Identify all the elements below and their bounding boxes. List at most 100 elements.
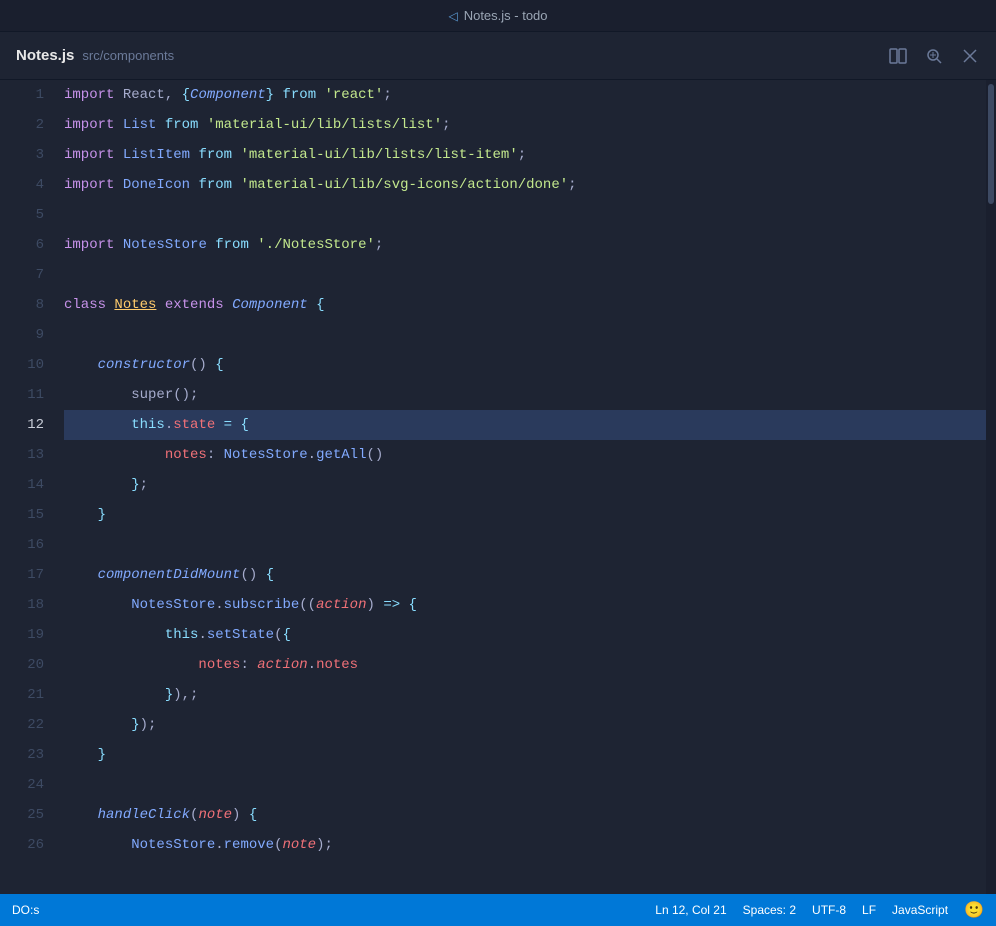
token: { (266, 560, 274, 590)
token: 'react' (325, 80, 384, 110)
token (64, 590, 131, 620)
line-number-7: 7 (0, 260, 60, 290)
line-number-21: 21 (0, 680, 60, 710)
status-line-ending[interactable]: LF (862, 903, 876, 917)
token: ( (274, 620, 282, 650)
line-number-2: 2 (0, 110, 60, 140)
token: = (224, 410, 232, 440)
token: componentDidMount (98, 560, 241, 590)
code-line-25: handleClick(note) { (64, 800, 986, 830)
line-numbers: 1234567891011121314151617181920212223242… (0, 80, 60, 894)
token (190, 140, 198, 170)
line-number-10: 10 (0, 350, 60, 380)
token: extends (165, 290, 224, 320)
token: ; (442, 110, 450, 140)
token (64, 620, 165, 650)
code-area[interactable]: import React, {Component} from 'react';i… (60, 80, 986, 894)
status-spaces[interactable]: Spaces: 2 (743, 903, 796, 917)
token (156, 290, 164, 320)
token: () (367, 440, 384, 470)
token: ); (140, 710, 157, 740)
token: DoneIcon (123, 170, 190, 200)
token (64, 500, 98, 530)
token: . (215, 830, 223, 860)
line-number-15: 15 (0, 500, 60, 530)
token: ; (140, 470, 148, 500)
token: note (282, 830, 316, 860)
scrollbar-track[interactable] (986, 80, 996, 894)
close-icon[interactable] (960, 46, 980, 66)
token: notes (165, 440, 207, 470)
editor-area: 1234567891011121314151617181920212223242… (0, 80, 996, 894)
token (274, 80, 282, 110)
line-number-17: 17 (0, 560, 60, 590)
token: ListItem (123, 140, 190, 170)
editor-title: Notes.js src/components (16, 47, 174, 64)
token: Notes (114, 290, 156, 320)
line-number-16: 16 (0, 530, 60, 560)
line-number-13: 13 (0, 440, 60, 470)
code-line-11: super(); (64, 380, 986, 410)
token: React, (114, 80, 181, 110)
line-number-11: 11 (0, 380, 60, 410)
token: } (98, 740, 106, 770)
token: { (215, 350, 223, 380)
token: ; (518, 140, 526, 170)
code-line-3: import ListItem from 'material-ui/lib/li… (64, 140, 986, 170)
split-editor-icon[interactable] (888, 46, 908, 66)
token: NotesStore (131, 830, 215, 860)
token: } (131, 470, 139, 500)
line-number-20: 20 (0, 650, 60, 680)
token: ( (274, 830, 282, 860)
token (114, 230, 122, 260)
token: import (64, 80, 114, 110)
code-line-4: import DoneIcon from 'material-ui/lib/sv… (64, 170, 986, 200)
token (64, 470, 131, 500)
line-number-12: 12 (0, 410, 60, 440)
line-number-8: 8 (0, 290, 60, 320)
search-preview-icon[interactable] (924, 46, 944, 66)
token: from (282, 80, 316, 110)
token: from (198, 170, 232, 200)
token: ; (375, 230, 383, 260)
token: ; (383, 80, 391, 110)
status-position[interactable]: Ln 12, Col 21 (655, 903, 726, 917)
title-bar-text: ◁ Notes.js - todo (448, 8, 547, 23)
code-line-22: }); (64, 710, 986, 740)
status-smiley: 🙂 (964, 900, 984, 920)
status-language[interactable]: JavaScript (892, 903, 948, 917)
token: from (215, 230, 249, 260)
token: super(); (64, 380, 198, 410)
token: ) (367, 590, 384, 620)
token: Component (232, 290, 308, 320)
token: from (198, 140, 232, 170)
token: ),; (173, 680, 198, 710)
token (64, 410, 131, 440)
token: . (308, 650, 316, 680)
code-line-26: NotesStore.remove(note); (64, 830, 986, 860)
token: class (64, 290, 106, 320)
line-number-22: 22 (0, 710, 60, 740)
line-number-23: 23 (0, 740, 60, 770)
token: () (240, 560, 265, 590)
line-number-9: 9 (0, 320, 60, 350)
status-todo[interactable]: DO:s (12, 903, 39, 917)
token: notes (316, 650, 358, 680)
token: } (98, 500, 106, 530)
status-encoding[interactable]: UTF-8 (812, 903, 846, 917)
token: constructor (98, 350, 190, 380)
token (114, 140, 122, 170)
token (64, 740, 98, 770)
token: this (165, 620, 199, 650)
code-line-19: this.setState({ (64, 620, 986, 650)
code-line-13: notes: NotesStore.getAll() (64, 440, 986, 470)
token: 'material-ui/lib/lists/list-item' (240, 140, 517, 170)
token (64, 650, 198, 680)
token (114, 170, 122, 200)
token: . (198, 620, 206, 650)
token (308, 290, 316, 320)
token: ; (568, 170, 576, 200)
token: ( (190, 800, 198, 830)
code-line-2: import List from 'material-ui/lib/lists/… (64, 110, 986, 140)
scrollbar-thumb[interactable] (988, 84, 994, 204)
